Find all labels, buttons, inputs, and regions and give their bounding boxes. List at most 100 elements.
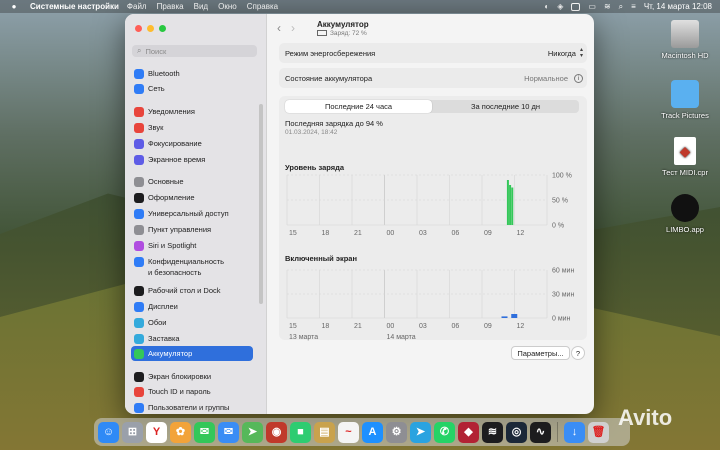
apple-menu-icon[interactable]: ● [8, 2, 20, 11]
sidebar-item[interactable]: Уведомления [131, 104, 253, 119]
tab-last-10d[interactable]: За последние 10 дн [432, 100, 579, 113]
menu-app-name[interactable]: Системные настройки [30, 2, 119, 11]
chart-bar [506, 180, 509, 225]
bluetooth-icon [134, 68, 144, 79]
help-button[interactable]: ? [571, 346, 585, 360]
dock-activity-monitor-icon[interactable]: ∿ [530, 421, 551, 443]
sidebar-item[interactable]: Пользователи и группы [131, 400, 253, 414]
sidebar-item[interactable]: Siri и Spotlight [131, 238, 253, 253]
dock-system-settings-icon[interactable]: ⚙ [386, 421, 407, 443]
sidebar-item[interactable]: Дисплеи [131, 299, 253, 314]
x-tick-label: 00 [387, 230, 395, 237]
dock-yandex-browser-icon[interactable]: Y [146, 421, 167, 443]
x-tick-label: 09 [484, 230, 492, 237]
sidebar-item[interactable]: Фокусирование [131, 136, 253, 151]
status-control-center-icon[interactable]: ≡ [631, 2, 636, 11]
low-power-select[interactable]: Никогда ▴ ▾ [548, 47, 583, 59]
desktop-icon-midi-file[interactable]: ◆ Тест MIDI.cpr [650, 137, 720, 177]
dock-messages-icon[interactable]: ✉ [194, 421, 215, 443]
menu-file[interactable]: Файл [127, 2, 147, 11]
dock-maps-icon[interactable]: ➤ [242, 421, 263, 443]
desktop-icon-macintosh-hd[interactable]: Macintosh HD [650, 20, 720, 60]
dock-icon [134, 285, 144, 296]
parameters-button[interactable]: Параметры... [511, 346, 570, 360]
menu-window[interactable]: Окно [218, 2, 237, 11]
dock-whatsapp-icon[interactable]: ✆ [434, 421, 455, 443]
sidebar-item[interactable]: Универсальный доступ [131, 206, 253, 221]
menu-view[interactable]: Вид [194, 2, 208, 11]
dock-notes-icon[interactable]: ▤ [314, 421, 335, 443]
search-input[interactable]: ⌕ Поиск [132, 45, 257, 57]
status-window-icon[interactable] [571, 2, 581, 11]
dock-app-store-icon[interactable]: A [362, 421, 383, 443]
gear-icon [134, 176, 144, 187]
x-tick-label: 00 [387, 323, 395, 330]
menu-help[interactable]: Справка [247, 2, 278, 11]
dock-separator [557, 422, 558, 442]
desktop-icon-track-pictures[interactable]: Track Pictures [650, 80, 720, 120]
status-battery-icon[interactable]: ▭ [588, 2, 596, 11]
y-tick-label: 0 % [552, 223, 564, 230]
chart-bar [501, 316, 508, 318]
screen-on-chart: 60 мин 30 мин 0 мин 15 18 21 00 03 06 09 12 13 март… [286, 268, 574, 341]
sidebar-item[interactable]: Аккумулятор [131, 346, 253, 361]
dock-telegram-icon[interactable]: ➤ [410, 421, 431, 443]
sidebar-item-label: Bluetooth [148, 69, 180, 78]
x-tick-label: 21 [354, 230, 362, 237]
x-tick-label: 18 [322, 323, 330, 330]
date-label: 14 марта [387, 334, 416, 341]
back-button[interactable]: ‹ [277, 21, 281, 35]
dock-photo-booth-icon[interactable]: ◉ [266, 421, 287, 443]
sidebar-item[interactable]: Экран блокировки [131, 369, 253, 384]
dock: ☺ ⊞ Y ✿ ✉ ✉ ➤ ◉ ■ ▤ ~ A ⚙ ➤ ✆ ◆ ≋ ◎ ∿ ↓ 🗑 [94, 418, 630, 446]
status-search-icon[interactable]: ⌕ [619, 2, 623, 12]
forward-button[interactable]: › [291, 21, 295, 35]
sidebar-item[interactable]: Touch ID и пароль [131, 384, 253, 399]
sidebar-item[interactable]: Оформление [131, 190, 253, 205]
screensaver-icon [134, 333, 144, 344]
status-droplet-icon[interactable]: ◐ [544, 2, 549, 11]
sidebar-item[interactable]: Обои [131, 315, 253, 330]
dock-downloads-icon[interactable]: ↓ [564, 421, 585, 443]
x-tick-label: 15 [289, 230, 297, 237]
x-tick-label: 15 [289, 323, 297, 330]
dock-trash-icon[interactable]: 🗑 [588, 421, 609, 443]
dock-cubase-icon[interactable]: ◆ [458, 421, 479, 443]
info-icon[interactable]: i [574, 73, 583, 83]
sidebar-item-label: и безопасность [148, 268, 202, 277]
status-wifi-icon[interactable]: ≋ [604, 2, 611, 11]
dock-launchpad-icon[interactable]: ⊞ [122, 421, 143, 443]
menu-bar: ● Системные настройки Файл Правка Вид Ок… [0, 0, 720, 13]
dock-photos-icon[interactable]: ✿ [170, 421, 191, 443]
menu-edit[interactable]: Правка [157, 2, 184, 11]
sidebar-item[interactable]: Рабочий стол и Dock [131, 283, 253, 298]
sidebar-item[interactable]: Звук [131, 120, 253, 135]
minimize-button[interactable] [147, 25, 154, 32]
tab-last-24h[interactable]: Последние 24 часа [285, 100, 432, 113]
sidebar-item[interactable]: Пункт управления [131, 222, 253, 237]
status-shield-icon[interactable]: ◈ [557, 2, 563, 11]
hard-drive-icon [671, 20, 699, 48]
dock-audio-app-icon[interactable]: ≋ [482, 421, 503, 443]
dock-mail-icon[interactable]: ✉ [218, 421, 239, 443]
x-tick-label: 06 [452, 230, 460, 237]
sidebar-item[interactable]: Bluetooth [131, 66, 253, 81]
sidebar-item[interactable]: Экранное время [131, 152, 253, 167]
sidebar-item[interactable]: Сеть [131, 81, 253, 96]
dock-steam-icon[interactable]: ◎ [506, 421, 527, 443]
x-tick-label: 12 [517, 230, 525, 237]
zoom-button[interactable] [159, 25, 166, 32]
menu-clock[interactable]: Чт, 14 марта 12:08 [644, 2, 712, 11]
close-button[interactable] [135, 25, 142, 32]
sidebar-item[interactable]: Основные [131, 174, 253, 189]
dock-facetime-icon[interactable]: ■ [290, 421, 311, 443]
sidebar-scrollbar[interactable] [259, 104, 263, 304]
limbo-app-icon [671, 194, 699, 222]
dock-finder-icon[interactable]: ☺ [98, 421, 119, 443]
sidebar-item[interactable]: Заставка [131, 331, 253, 346]
globe-icon [134, 83, 144, 94]
dock-freeform-icon[interactable]: ~ [338, 421, 359, 443]
sidebar: ⌕ Поиск Bluetooth Сеть Уведомления Звук Фоку… [125, 14, 267, 414]
desktop-icon-limbo[interactable]: LIMBO.app [650, 194, 720, 234]
